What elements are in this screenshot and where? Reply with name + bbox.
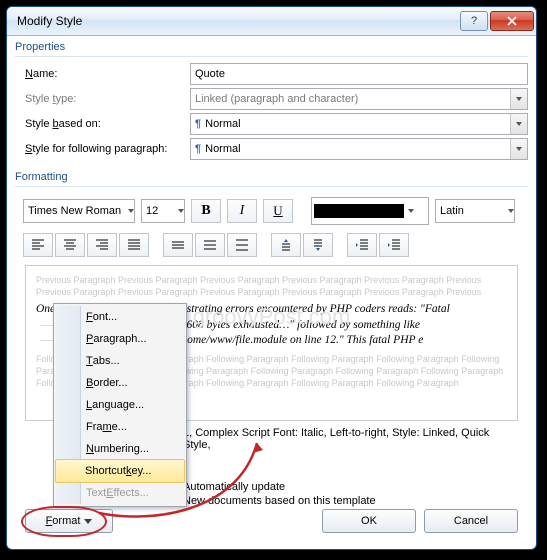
underline-button[interactable]: U [263, 199, 293, 223]
chevron-down-icon[interactable] [508, 209, 514, 213]
menu-language[interactable]: Language... [56, 394, 184, 416]
cancel-button[interactable]: Cancel [424, 509, 518, 533]
space-before-dec-button[interactable] [303, 233, 333, 257]
dialog-content: Properties Name: Quote Style type: Linke… [15, 41, 528, 541]
preview-prev-text: Previous Paragraph Previous Paragraph Pr… [36, 274, 507, 298]
indent-increase-button[interactable] [379, 233, 409, 257]
font-size-combo[interactable]: 12 [141, 199, 185, 223]
modify-style-dialog: Modify Style ? Properties Name: Quote St… [6, 6, 537, 550]
menu-paragraph[interactable]: Paragraph... [56, 328, 184, 350]
spacing-1-button[interactable] [163, 233, 193, 257]
format-menu: Font... Paragraph... Tabs... Border... L… [53, 303, 187, 507]
menu-border[interactable]: Border... [56, 372, 184, 394]
chevron-down-icon[interactable] [408, 209, 414, 213]
menu-frame[interactable]: Frame... [56, 416, 184, 438]
font-family-combo[interactable]: Times New Roman [23, 199, 135, 223]
help-button[interactable]: ? [460, 11, 488, 31]
window-title: Modify Style [17, 14, 458, 28]
chevron-down-icon [510, 89, 527, 109]
font-toolbar: Times New Roman 12 B I U Latin [15, 193, 528, 229]
name-label: Name: [25, 68, 190, 80]
menu-numbering[interactable]: Numbering... [56, 438, 184, 460]
font-color-combo[interactable] [311, 197, 429, 225]
chevron-down-icon[interactable] [510, 114, 527, 134]
formatting-heading: Formatting [15, 171, 528, 183]
space-before-inc-button[interactable] [271, 233, 301, 257]
align-right-button[interactable] [87, 233, 117, 257]
bold-button[interactable]: B [191, 199, 221, 223]
based-on-combo[interactable]: ¶ Normal [190, 113, 528, 135]
auto-update-label: Automatically update [183, 481, 285, 493]
paragraph-toolbar [15, 229, 528, 265]
chevron-down-icon[interactable] [128, 209, 134, 213]
close-button[interactable] [490, 11, 534, 31]
spacing-1.5-button[interactable] [195, 233, 225, 257]
style-description: 1, Complex Script Font: Italic, Left-to-… [183, 427, 518, 451]
following-label: Style for following paragraph: [25, 143, 190, 155]
menu-tabs[interactable]: Tabs... [56, 350, 184, 372]
align-justify-button[interactable] [119, 233, 149, 257]
close-icon [507, 16, 517, 26]
style-type-label: Style type: [25, 93, 190, 105]
menu-font[interactable]: Font... [56, 306, 184, 328]
format-button[interactable]: Format [25, 509, 113, 533]
script-combo[interactable]: Latin [435, 199, 515, 223]
style-type-combo: Linked (paragraph and character) [190, 88, 528, 110]
titlebar: Modify Style ? [7, 7, 536, 36]
menu-shortcut-key[interactable]: Shortcut key... [55, 459, 185, 483]
pilcrow-icon: ¶ [195, 143, 201, 155]
chevron-down-icon [84, 519, 92, 524]
color-swatch [314, 204, 404, 218]
pilcrow-icon: ¶ [195, 118, 201, 130]
align-center-button[interactable] [55, 233, 85, 257]
properties-heading: Properties [15, 41, 528, 53]
ok-button[interactable]: OK [322, 509, 416, 533]
italic-button[interactable]: I [227, 199, 257, 223]
spacing-2-button[interactable] [227, 233, 257, 257]
chevron-down-icon[interactable] [510, 139, 527, 159]
following-combo[interactable]: ¶ Normal [190, 138, 528, 160]
dialog-footer: Format OK Cancel [15, 501, 528, 541]
name-input[interactable]: Quote [190, 63, 528, 85]
align-left-button[interactable] [23, 233, 53, 257]
based-on-label: Style based on: [25, 118, 190, 130]
indent-decrease-button[interactable] [347, 233, 377, 257]
chevron-down-icon[interactable] [178, 209, 184, 213]
